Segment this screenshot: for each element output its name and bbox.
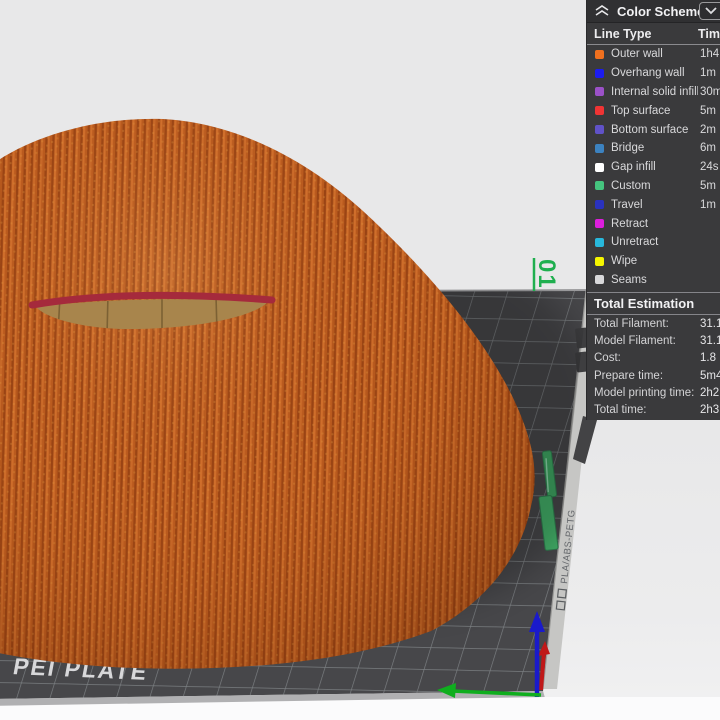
total-estimation-title: Total Estimation bbox=[587, 292, 720, 316]
line-type-row: Bridge 6m bbox=[587, 139, 720, 158]
line-type-color-chip bbox=[595, 143, 604, 153]
line-type-color-chip bbox=[595, 162, 604, 172]
line-type-color-chip bbox=[595, 275, 604, 285]
collapse-panel-icon[interactable] bbox=[595, 5, 609, 17]
line-type-label: Outer wall bbox=[611, 48, 663, 61]
line-type-label: Wipe bbox=[611, 255, 638, 268]
estimation-value: 5m4 bbox=[698, 369, 720, 382]
estimation-row: Model printing time: 2h2 bbox=[587, 384, 720, 401]
estimation-row: Total Filament: 31.1 bbox=[587, 315, 720, 332]
estimation-label: Model printing time: bbox=[594, 386, 695, 399]
column-line-type: Line Type bbox=[594, 26, 652, 41]
line-type-row: Top surface 5m bbox=[587, 101, 720, 120]
estimation-label: Model Filament: bbox=[594, 335, 676, 348]
line-type-row: Gap infill 24s bbox=[587, 158, 720, 177]
line-type-color-chip bbox=[595, 237, 604, 247]
line-type-row: Seams bbox=[587, 271, 720, 290]
line-type-label: Seams bbox=[611, 273, 647, 286]
line-type-row: Retract bbox=[587, 214, 720, 233]
estimation-label: Prepare time: bbox=[594, 369, 664, 382]
line-type-color-chip bbox=[595, 181, 604, 191]
line-type-row: Internal solid infill 30m bbox=[587, 83, 720, 102]
estimation-row: Cost: 1.8 bbox=[587, 350, 720, 367]
estimation-row: Prepare time: 5m4 bbox=[587, 367, 720, 384]
line-type-row: Custom 5m bbox=[587, 177, 720, 196]
line-type-label: Internal solid infill bbox=[611, 85, 700, 98]
panel-title: Color Scheme bbox=[617, 3, 705, 19]
color-scheme-dropdown[interactable] bbox=[699, 2, 720, 20]
line-type-label: Custom bbox=[611, 179, 651, 192]
estimation-value: 31.1 bbox=[698, 317, 720, 330]
line-type-time: 1m bbox=[698, 67, 716, 80]
line-type-time: 6m bbox=[698, 142, 716, 155]
line-type-row: Travel 1m bbox=[587, 195, 720, 214]
estimation-value: 1.8 bbox=[698, 352, 716, 365]
estimation-value: 2h2 bbox=[698, 386, 720, 399]
line-type-label: Retract bbox=[611, 217, 649, 230]
line-type-row: Wipe bbox=[587, 252, 720, 271]
line-type-label: Unretract bbox=[611, 236, 659, 249]
line-type-color-chip bbox=[595, 200, 604, 210]
model-shading bbox=[0, 118, 535, 669]
column-time: Time bbox=[698, 26, 720, 41]
estimation-value: 2h3 bbox=[698, 403, 720, 416]
estimation-label: Cost: bbox=[594, 352, 621, 365]
line-type-time: 1m bbox=[698, 198, 716, 211]
line-type-color-chip bbox=[595, 219, 604, 229]
color-scheme-panel: Color Scheme Line Type Time Outer wall 1… bbox=[586, 0, 720, 420]
line-type-color-chip bbox=[595, 125, 604, 135]
line-type-label: Bridge bbox=[611, 142, 645, 155]
line-type-time: 5m bbox=[698, 104, 716, 117]
model-preview[interactable] bbox=[0, 118, 535, 669]
estimation-label: Total time: bbox=[594, 403, 647, 416]
estimation-label: Total Filament: bbox=[594, 317, 669, 330]
line-type-label: Top surface bbox=[611, 104, 671, 117]
line-type-color-chip bbox=[595, 87, 604, 97]
line-type-row: Overhang wall 1m bbox=[587, 64, 720, 83]
line-type-time: 5m bbox=[698, 179, 716, 192]
line-type-label: Gap infill bbox=[611, 161, 656, 174]
legend-column-header: Line Type Time bbox=[587, 23, 720, 45]
estimation-value: 31.1 bbox=[698, 335, 720, 348]
line-type-time: 2m bbox=[698, 123, 716, 136]
line-type-color-chip bbox=[595, 68, 604, 78]
line-type-color-chip bbox=[595, 49, 604, 59]
line-type-label: Bottom surface bbox=[611, 123, 689, 136]
estimation-row: Total time: 2h3 bbox=[587, 401, 720, 418]
estimation-row: Model Filament: 31.1 bbox=[587, 333, 720, 350]
line-type-label: Overhang wall bbox=[611, 67, 685, 80]
plate-number-label: 01 bbox=[533, 259, 560, 290]
chevron-down-icon bbox=[705, 4, 717, 18]
line-type-color-chip bbox=[595, 256, 604, 266]
line-type-row: Outer wall 1h4 bbox=[587, 45, 720, 64]
line-type-label: Travel bbox=[611, 198, 643, 211]
panel-header: Color Scheme bbox=[587, 0, 720, 23]
line-type-time: 30m bbox=[698, 85, 720, 98]
line-type-row: Bottom surface 2m bbox=[587, 120, 720, 139]
line-type-color-chip bbox=[595, 106, 604, 116]
line-type-time: 24s bbox=[698, 161, 719, 174]
line-type-time: 1h4 bbox=[698, 48, 720, 61]
plate-number[interactable]: 01 bbox=[532, 258, 560, 291]
line-type-row: Unretract bbox=[587, 233, 720, 252]
